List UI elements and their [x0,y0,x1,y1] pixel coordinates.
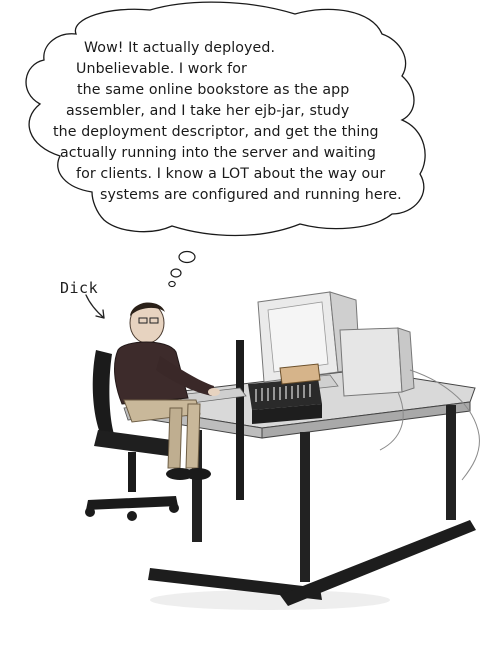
thought-line: assembler, and I take her ejb-jar, study [66,103,350,119]
thought-circle-large [178,250,196,264]
thought-circle-medium [170,268,182,278]
thought-line: Unbelievable. I work for [76,61,247,77]
thought-bubble-text: Wow! It actually deployed. Unbelievable.… [0,0,503,240]
server-crate [248,363,322,424]
thought-line: systems are configured and running here. [100,187,402,203]
thought-line: actually running into the server and wai… [60,145,377,161]
thought-circle-small [168,280,176,288]
illustration-scene: Wow! It actually deployed. Unbelievable.… [0,0,503,649]
thought-line: Wow! It actually deployed. [84,40,276,56]
workstation-illustration [85,291,480,610]
thought-line: for clients. I know a LOT about the way … [76,166,386,182]
label-arrow [85,294,105,319]
thought-line: the deployment descriptor, and get the t… [53,124,379,140]
thought-line: the same online bookstore as the app [77,82,350,98]
character-name-label: Dick [60,279,99,297]
